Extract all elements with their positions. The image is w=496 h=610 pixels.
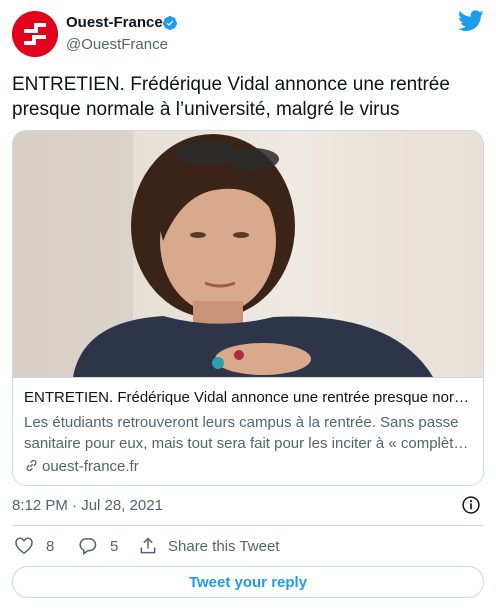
ouest-france-logo bbox=[12, 11, 58, 57]
share-icon bbox=[140, 537, 156, 554]
twitter-bird-icon[interactable] bbox=[458, 10, 484, 32]
tweet-your-reply-button[interactable]: Tweet your reply bbox=[12, 566, 484, 598]
author-name[interactable]: Ouest-France bbox=[66, 14, 163, 31]
divider bbox=[12, 525, 484, 526]
card-description-line1: Les étudiants retrouveront leurs campus … bbox=[24, 414, 459, 431]
avatar[interactable] bbox=[12, 11, 58, 57]
reply-action-button[interactable]: 5 bbox=[78, 535, 118, 557]
share-label: Share this Tweet bbox=[168, 537, 280, 555]
info-icon[interactable] bbox=[461, 495, 481, 515]
card-domain-link[interactable]: ouest-france.fr bbox=[24, 458, 139, 475]
verified-icon bbox=[162, 16, 177, 30]
card-image[interactable] bbox=[13, 131, 483, 377]
author-handle[interactable]: @OuestFrance bbox=[66, 36, 168, 53]
card-photo bbox=[13, 131, 483, 377]
link-card[interactable]: ENTRETIEN. Frédérique Vidal annonce une … bbox=[12, 130, 484, 486]
card-title[interactable]: ENTRETIEN. Frédérique Vidal annonce une … bbox=[24, 389, 474, 406]
tweet-timestamp[interactable]: 8:12 PM · Jul 28, 2021 bbox=[12, 497, 163, 514]
tweet-text: ENTRETIEN. Frédérique Vidal annonce une … bbox=[12, 74, 450, 120]
heart-icon bbox=[15, 537, 33, 555]
reply-count: 5 bbox=[110, 537, 119, 555]
like-button[interactable]: 8 bbox=[14, 535, 54, 557]
card-domain: ouest-france.fr bbox=[42, 458, 139, 475]
share-button[interactable]: Share this Tweet bbox=[138, 535, 279, 557]
card-description: Les étudiants retrouveront leurs campus … bbox=[24, 412, 476, 454]
reply-icon bbox=[79, 538, 97, 555]
embedded-tweet: Ouest-France @OuestFrance ENTRETIEN. Fré… bbox=[0, 0, 496, 610]
card-body[interactable]: ENTRETIEN. Frédérique Vidal annonce une … bbox=[13, 377, 483, 485]
link-icon bbox=[26, 459, 37, 472]
card-description-line2: sanitaire pour eux, mais tout sera fait … bbox=[24, 435, 476, 452]
like-count: 8 bbox=[46, 537, 55, 555]
